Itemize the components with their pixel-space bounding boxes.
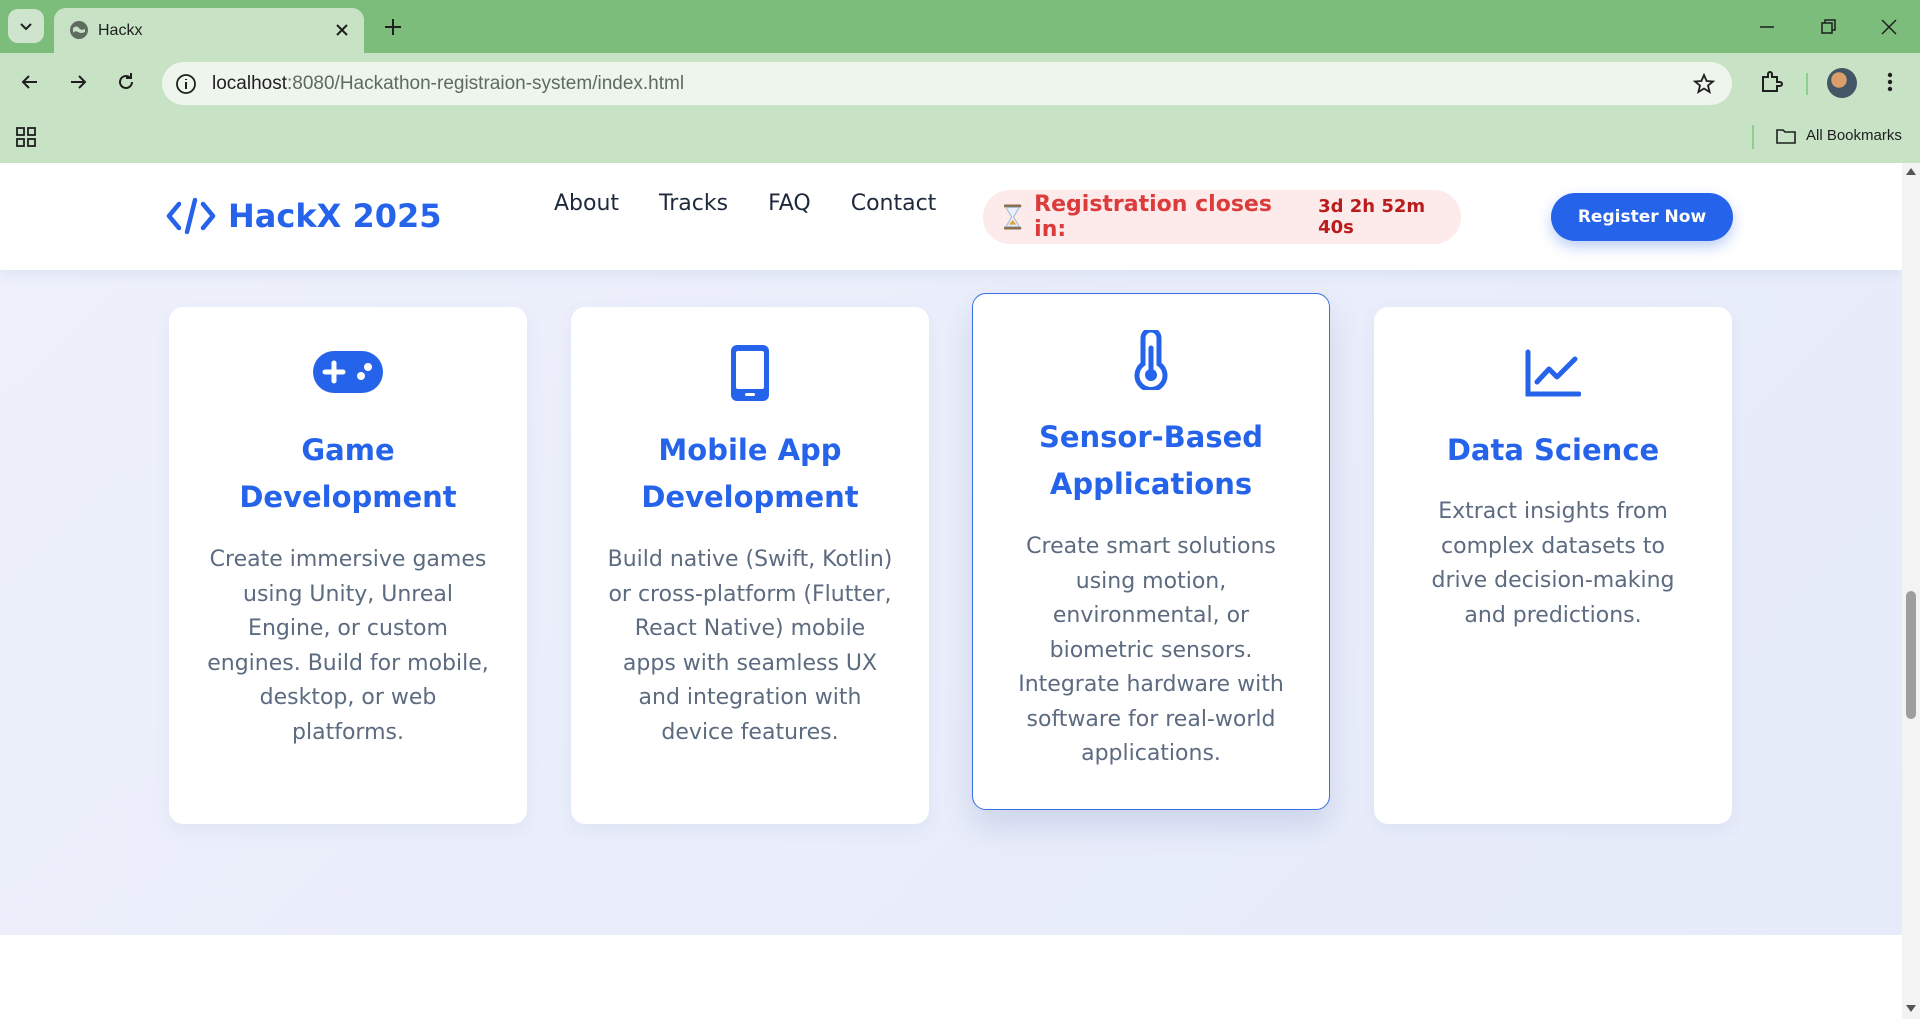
registration-countdown: Registration closes in: 3d 2h 52m 40s [983, 190, 1461, 244]
track-description: Build native (Swift, Kotlin) or cross-pl… [607, 547, 893, 745]
scroll-up-arrow-icon[interactable] [1906, 167, 1916, 175]
countdown-value: 3d 2h 52m 40s [1318, 196, 1426, 238]
chevron-down-icon [20, 23, 32, 31]
site-logo[interactable]: HackX 2025 [166, 196, 442, 236]
page-viewport: Game Development Create immersive games … [0, 163, 1902, 1019]
reload-icon[interactable] [111, 67, 141, 97]
bookmarks-divider [1752, 125, 1754, 149]
scroll-down-arrow-icon[interactable] [1906, 1005, 1916, 1013]
mobile-phone-icon [731, 345, 769, 401]
close-window-icon[interactable] [1876, 14, 1902, 40]
back-icon[interactable] [15, 67, 45, 97]
track-card-game-development: Game Development Create immersive games … [169, 307, 527, 824]
browser-tab[interactable]: Hackx [54, 8, 364, 53]
extensions-icon[interactable] [1756, 67, 1786, 97]
track-card-mobile-app-development: Mobile App Development Build native (Swi… [571, 307, 929, 824]
tab-search-button[interactable] [8, 9, 44, 43]
close-icon[interactable] [332, 20, 352, 40]
gamepad-icon [313, 351, 383, 393]
track-card-data-science: Data Science Extract insights from compl… [1374, 307, 1732, 824]
site-info-icon[interactable] [172, 70, 200, 98]
tracks-section: Game Development Create immersive games … [0, 163, 1902, 935]
track-card-sensor-based-applications: Sensor-Based Applications Create smart s… [972, 293, 1330, 810]
globe-icon [70, 21, 88, 39]
hourglass-icon [1003, 204, 1022, 230]
bookmarks-bar: All Bookmarks [0, 111, 1920, 163]
line-chart-icon [1525, 349, 1581, 397]
new-tab-icon[interactable] [380, 14, 406, 40]
track-description: Create immersive games using Unity, Unre… [207, 547, 489, 745]
page-scrollbar[interactable] [1902, 163, 1920, 1019]
register-now-button[interactable]: Register Now [1551, 193, 1733, 241]
restore-icon[interactable] [1815, 14, 1841, 40]
main-nav: About Tracks FAQ Contact [554, 191, 936, 216]
tab-title: Hackx [98, 22, 143, 39]
tab-bar: Hackx [0, 0, 1920, 53]
track-title: Mobile App Development [641, 433, 859, 514]
track-title: Game Development [239, 433, 457, 514]
code-icon [166, 197, 216, 235]
scrollbar-thumb[interactable] [1906, 591, 1916, 719]
countdown-label: Registration closes in: [1034, 192, 1272, 242]
nav-tracks[interactable]: Tracks [659, 191, 728, 216]
logo-text: HackX 2025 [228, 197, 442, 235]
toolbar-divider [1806, 73, 1808, 95]
minimize-icon[interactable] [1754, 14, 1780, 40]
track-description: Create smart solutions using motion, env… [1018, 534, 1284, 766]
forward-icon[interactable] [63, 67, 93, 97]
profile-avatar[interactable] [1827, 68, 1857, 98]
nav-about[interactable]: About [554, 191, 619, 216]
address-bar[interactable]: localhost:8080/Hackathon-registraion-sys… [162, 62, 1732, 105]
track-description: Extract insights from complex datasets t… [1431, 499, 1675, 628]
url-text: localhost:8080/Hackathon-registraion-sys… [212, 73, 684, 95]
more-menu-icon[interactable] [1880, 67, 1900, 97]
all-bookmarks-link[interactable]: All Bookmarks [1806, 127, 1902, 144]
track-title: Data Science [1446, 433, 1660, 467]
apps-grid-icon[interactable] [14, 125, 38, 149]
browser-chrome: Hackx localhost:8080/Hackathon-registrai… [0, 0, 1920, 163]
track-title: Sensor-Based Applications [1038, 420, 1264, 501]
thermometer-icon [1134, 330, 1168, 390]
site-header: HackX 2025 About Tracks FAQ Contact Regi… [0, 163, 1902, 270]
nav-faq[interactable]: FAQ [768, 191, 811, 216]
bookmark-star-icon[interactable] [1692, 72, 1716, 96]
url-host: localhost [212, 73, 287, 94]
folder-icon [1776, 129, 1796, 144]
browser-toolbar: localhost:8080/Hackathon-registraion-sys… [0, 53, 1920, 111]
url-path: :8080/Hackathon-registraion-system/index… [287, 73, 685, 94]
nav-contact[interactable]: Contact [851, 191, 937, 216]
